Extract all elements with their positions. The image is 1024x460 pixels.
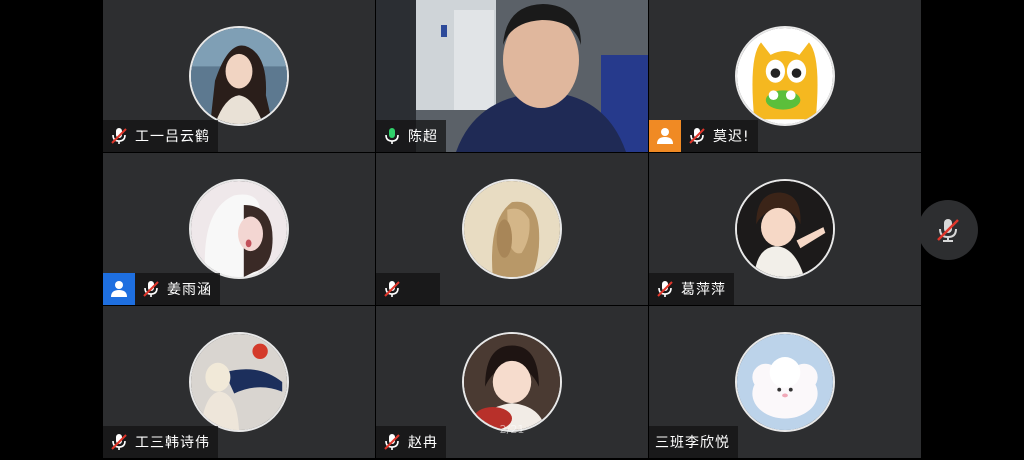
mic-active-icon — [382, 126, 402, 146]
mic-muted-icon — [655, 279, 675, 299]
participant-avatar — [462, 332, 562, 432]
mic-muted-icon — [382, 432, 402, 452]
participant-name: 三班李欣悦 — [655, 435, 730, 451]
participant-tile[interactable]: 工一吕云鹤 — [103, 0, 375, 152]
statue-image — [464, 181, 560, 277]
mic-muted-icon — [141, 279, 161, 299]
mic-muted-icon — [687, 126, 707, 146]
cartoon-cat-image — [737, 28, 833, 124]
mic-muted-icon — [109, 126, 129, 146]
mic-muted-icon — [109, 432, 129, 452]
girl-hood-image — [191, 181, 287, 277]
page-indicator: 2/21 — [499, 423, 525, 436]
user-icon — [657, 128, 673, 144]
participant-name: 姜雨涵 — [167, 282, 212, 298]
mic-muted-icon — [382, 279, 402, 299]
participant-avatar — [189, 179, 289, 279]
plush-image — [737, 334, 833, 430]
participant-name-label: 赵冉 — [376, 426, 446, 458]
user-badge — [103, 273, 135, 305]
participant-name: 陈超 — [408, 129, 438, 145]
participant-name-label: 工三韩诗伟 — [103, 426, 218, 458]
participant-tile[interactable] — [376, 153, 648, 305]
participant-tile[interactable]: 三班李欣悦 — [649, 306, 921, 458]
participant-name: 葛萍萍 — [681, 282, 726, 298]
participant-name-label: 工一吕云鹤 — [103, 120, 218, 152]
participant-name: 赵冉 — [408, 435, 438, 451]
participant-avatar — [189, 332, 289, 432]
user-icon — [111, 281, 127, 297]
participant-tile[interactable]: 工三韩诗伟 — [103, 306, 375, 458]
participant-name-label: 三班李欣悦 — [649, 426, 738, 458]
painted-figure-image — [191, 334, 287, 430]
child-image — [737, 181, 833, 277]
participant-tile[interactable]: 葛萍萍 — [649, 153, 921, 305]
mic-off-icon — [937, 219, 959, 242]
participant-tile[interactable]: 姜雨涵 — [103, 153, 375, 305]
participant-avatar — [735, 26, 835, 126]
participant-avatar — [462, 179, 562, 279]
participant-video-tile[interactable]: 陈超 — [376, 0, 648, 152]
participant-name-label: 陈超 — [376, 120, 446, 152]
girl-portrait-image — [191, 28, 287, 124]
participant-name-label: 姜雨涵 — [135, 273, 220, 305]
participant-avatar — [735, 179, 835, 279]
participant-name: 工一吕云鹤 — [135, 129, 210, 145]
participant-name-label: 葛萍萍 — [649, 273, 734, 305]
participant-name: 工三韩诗伟 — [135, 435, 210, 451]
mute-toggle-button[interactable] — [918, 200, 978, 260]
participant-avatar — [189, 26, 289, 126]
participant-tile[interactable]: 2/21 赵冉 — [376, 306, 648, 458]
participant-tile[interactable]: 莫迟! — [649, 0, 921, 152]
participant-avatar — [735, 332, 835, 432]
participant-grid: 工一吕云鹤 陈超 莫迟! 姜雨涵 葛萍萍 工三韩诗伟 2/21 赵冉 三班李欣悦 — [103, 0, 921, 460]
little-girl-image — [464, 334, 560, 430]
participant-name-label: 莫迟! — [681, 120, 758, 152]
participant-name-label — [376, 273, 440, 305]
user-badge — [649, 120, 681, 152]
participant-name: 莫迟! — [713, 129, 750, 145]
